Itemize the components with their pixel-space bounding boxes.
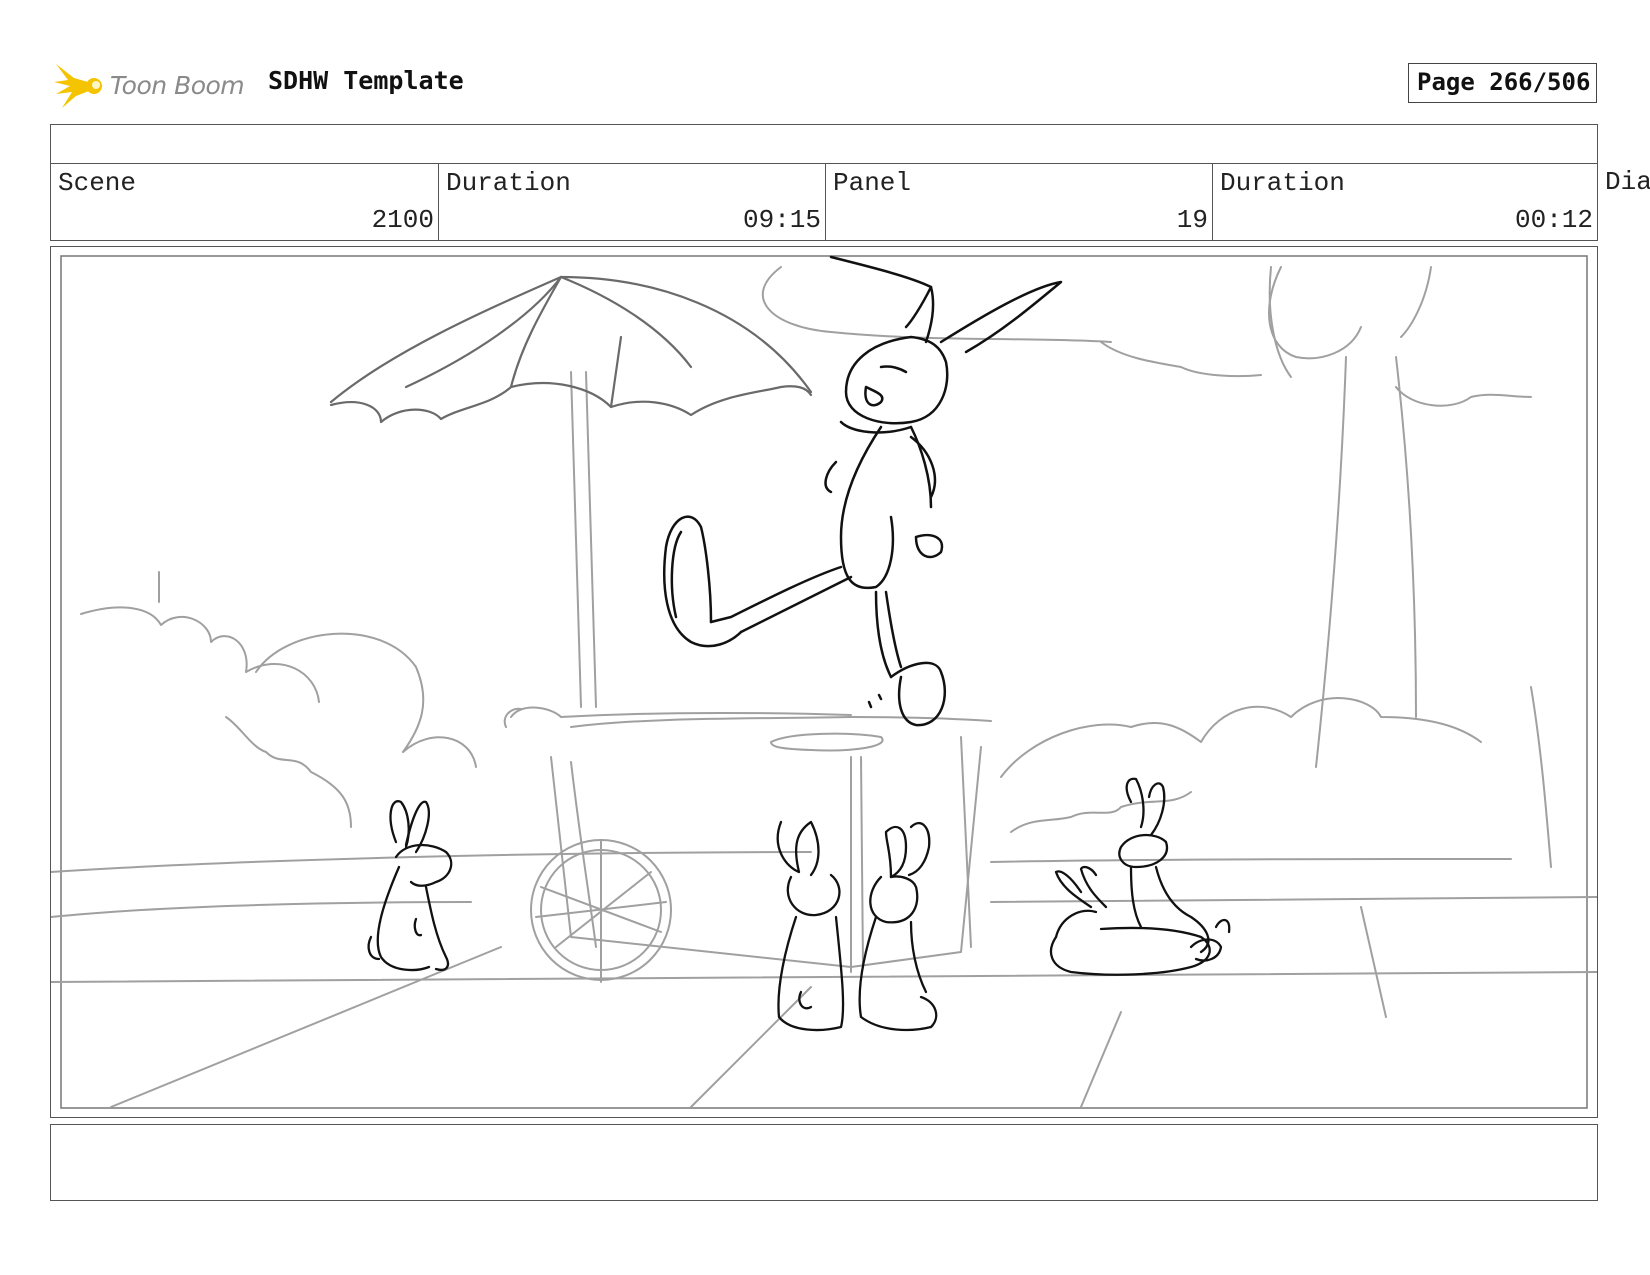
starburst-icon — [54, 64, 102, 108]
page-indicator: Page 266/506 — [1408, 63, 1597, 103]
scene-value: 2100 — [371, 205, 434, 235]
scene-duration-label: Duration — [446, 168, 571, 198]
panel-duration-label: Duration — [1220, 168, 1345, 198]
info-row: Scene 2100 Duration 09:15 Panel 19 Durat… — [50, 163, 1598, 241]
header-blank-row — [50, 124, 1598, 164]
panel-duration-cell: Duration 00:12 — [1212, 164, 1597, 240]
scene-duration-value: 09:15 — [742, 205, 821, 235]
panel-sketch — [51, 255, 1597, 1109]
dialog-label: Dia — [1605, 167, 1650, 197]
logo-text: Toon Boom — [110, 70, 245, 100]
small-rabbits-sketch — [367, 777, 1231, 1032]
main-rabbit-sketch — [663, 255, 1063, 727]
scene-duration-cell: Duration 09:15 — [438, 164, 825, 240]
template-title: SDHW Template — [268, 66, 464, 95]
storyboard-panel — [50, 246, 1598, 1118]
panel-cell: Panel 19 — [825, 164, 1212, 240]
scene-cell: Scene 2100 — [51, 164, 438, 240]
panel-value: 19 — [1176, 205, 1208, 235]
panel-label: Panel — [833, 168, 912, 198]
panel-duration-value: 00:12 — [1514, 205, 1593, 235]
action-notes-box — [50, 1124, 1598, 1201]
background-sketch — [51, 266, 1597, 1108]
toon-boom-logo: Toon Boom — [54, 58, 245, 112]
scene-label: Scene — [58, 168, 137, 198]
